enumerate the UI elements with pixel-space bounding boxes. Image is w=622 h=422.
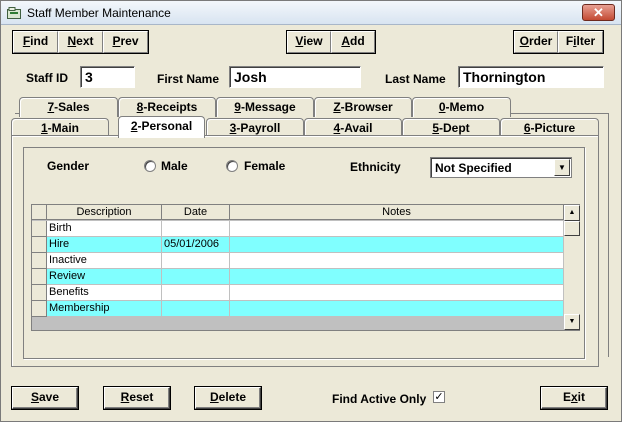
title-bar: Staff Member Maintenance ✕	[1, 1, 621, 25]
cell-notes[interactable]	[230, 301, 564, 317]
tab-personal[interactable]: 2-Personal	[118, 116, 205, 138]
male-radio[interactable]	[144, 160, 156, 172]
reset-button[interactable]: Reset	[103, 386, 171, 410]
row-selector[interactable]	[32, 237, 47, 253]
checkmark-icon: ✓	[434, 391, 444, 403]
cell-notes[interactable]	[230, 237, 564, 253]
grid-vertical-scrollbar[interactable]: ▲ ▼	[564, 205, 580, 330]
view-add-button-group: View Add	[286, 30, 376, 54]
tab-message[interactable]: 9-Message	[216, 97, 314, 117]
navigation-button-group: Find Next Prev	[12, 30, 149, 54]
cell-date[interactable]	[162, 253, 230, 269]
add-button[interactable]: Add	[331, 31, 375, 53]
tab-browser[interactable]: Z-Browser	[314, 97, 412, 117]
cell-description[interactable]: Inactive	[47, 253, 162, 269]
scroll-up-icon[interactable]: ▲	[564, 205, 580, 221]
row-selector[interactable]	[32, 221, 47, 237]
cell-date[interactable]	[162, 285, 230, 301]
first-name-label: First Name	[157, 72, 220, 86]
row-selector[interactable]	[32, 253, 47, 269]
column-header-date[interactable]: Date	[162, 205, 230, 220]
tab-receipts[interactable]: 8-Receipts	[118, 97, 216, 117]
column-header-description[interactable]: Description	[47, 205, 162, 220]
female-label: Female	[244, 159, 286, 173]
close-icon: ✕	[593, 5, 604, 20]
cell-date[interactable]	[162, 301, 230, 317]
next-button[interactable]: Next	[58, 31, 103, 53]
cell-date[interactable]	[162, 221, 230, 237]
cell-description[interactable]: Benefits	[47, 285, 162, 301]
tab-memo[interactable]: 0-Memo	[412, 97, 511, 117]
last-name-label: Last Name	[385, 72, 446, 86]
grid-corner	[32, 205, 47, 220]
find-active-only-label: Find Active Only	[332, 392, 427, 406]
cell-date[interactable]: 05/01/2006	[162, 237, 230, 253]
order-button[interactable]: Order	[514, 31, 558, 53]
cell-date[interactable]	[162, 269, 230, 285]
staff-id-label: Staff ID	[26, 71, 68, 85]
male-label: Male	[161, 159, 188, 173]
cell-description[interactable]: Membership	[47, 301, 162, 317]
save-button[interactable]: Save	[11, 386, 79, 410]
first-name-field[interactable]: Josh	[229, 66, 361, 88]
row-selector[interactable]	[32, 285, 47, 301]
filter-button[interactable]: Filter	[558, 31, 603, 53]
row-selector[interactable]	[32, 269, 47, 285]
cell-notes[interactable]	[230, 285, 564, 301]
row-selector[interactable]	[32, 301, 47, 317]
view-button[interactable]: View	[287, 31, 331, 53]
window-title: Staff Member Maintenance	[27, 6, 171, 20]
ethnicity-label: Ethnicity	[350, 160, 401, 174]
cell-notes[interactable]	[230, 221, 564, 237]
female-radio[interactable]	[226, 160, 238, 172]
tab-sales[interactable]: 7-Sales	[19, 97, 118, 117]
cell-description[interactable]: Hire	[47, 237, 162, 253]
cell-description[interactable]: Birth	[47, 221, 162, 237]
delete-button[interactable]: Delete	[194, 386, 262, 410]
ethnicity-select[interactable]: Not Specified ▼	[430, 157, 572, 178]
close-button[interactable]: ✕	[582, 4, 615, 21]
app-icon	[7, 7, 21, 19]
scroll-down-icon[interactable]: ▼	[564, 314, 580, 330]
cell-notes[interactable]	[230, 253, 564, 269]
cell-notes[interactable]	[230, 269, 564, 285]
find-active-only-checkbox[interactable]: ✓	[433, 391, 445, 403]
exit-button[interactable]: Exit	[540, 386, 608, 410]
gender-label: Gender	[47, 159, 90, 173]
last-name-field[interactable]: Thornington	[458, 66, 604, 88]
prev-button[interactable]: Prev	[103, 31, 148, 53]
find-button[interactable]: Find	[13, 31, 58, 53]
events-grid: Description Date Notes Birth Hire 05/01/…	[31, 204, 580, 331]
staff-id-field[interactable]: 3	[80, 66, 135, 88]
scroll-thumb[interactable]	[564, 221, 580, 236]
chevron-down-icon[interactable]: ▼	[554, 159, 570, 176]
staff-maintenance-window: Staff Member Maintenance ✕ Find Next Pre…	[0, 0, 622, 422]
column-header-notes[interactable]: Notes	[230, 205, 564, 220]
order-filter-button-group: Order Filter	[513, 30, 604, 54]
cell-description[interactable]: Review	[47, 269, 162, 285]
